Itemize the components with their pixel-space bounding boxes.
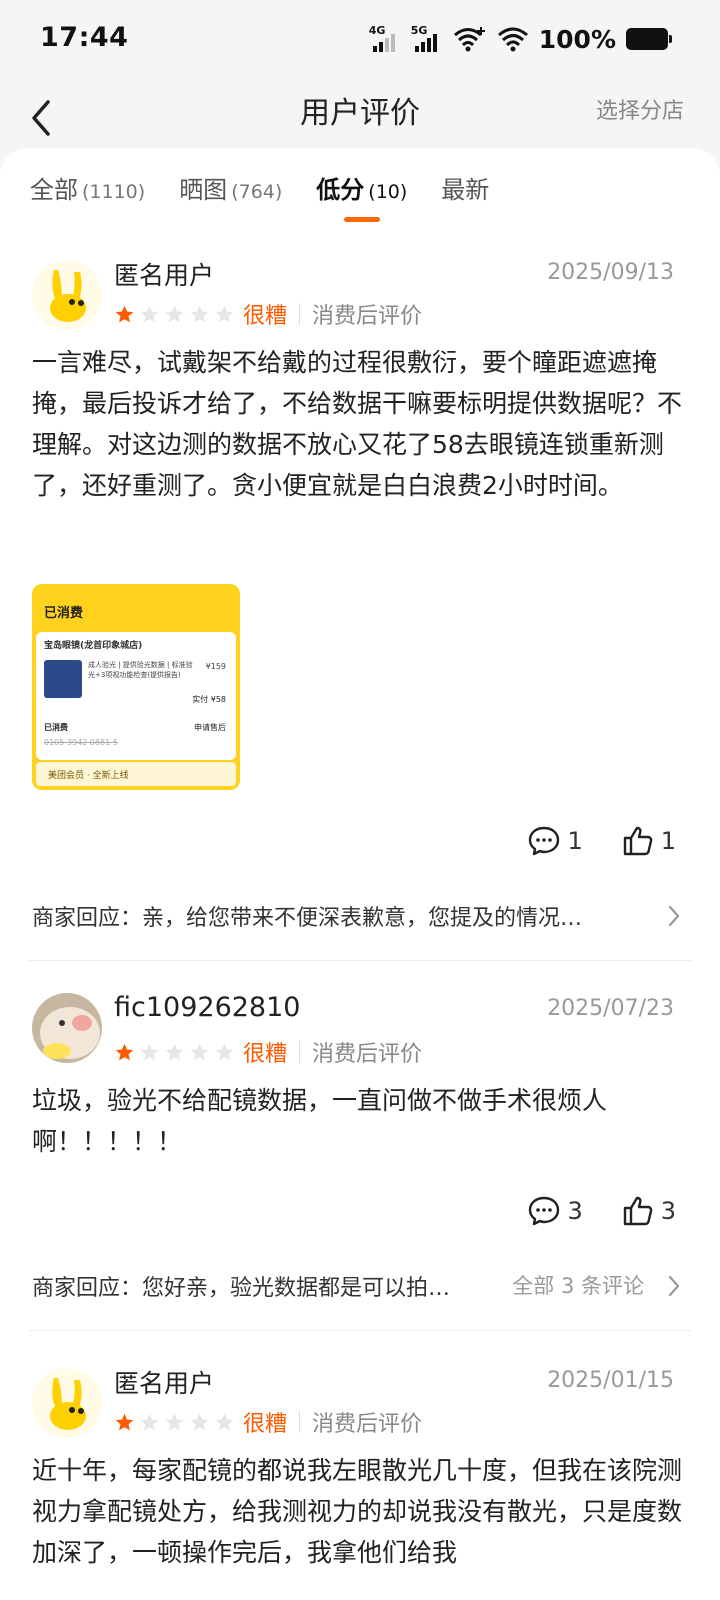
chevron-right-icon xyxy=(668,905,680,927)
rating-tag: 消费后评价 xyxy=(312,1412,423,1437)
review-date: 2025/07/23 xyxy=(547,996,674,1021)
review-text: 一言难尽，试戴架不给戴的过程很敷衍，要个瞳距遮遮掩掩，最后投诉才给了，不给数据干… xyxy=(32,348,683,500)
review-photo[interactable]: 已消费 宝岛眼镜(龙首印象城店) 成人验光 | 提供验光数据 | 标准验光+3项… xyxy=(32,584,240,790)
photo-after-sale: 申请售后 xyxy=(194,723,226,732)
active-tab-indicator xyxy=(343,217,380,222)
star-empty-icon xyxy=(190,1043,209,1060)
thumbs-up-icon xyxy=(623,1196,653,1226)
star-empty-icon xyxy=(140,1413,159,1430)
battery-icon xyxy=(626,28,672,50)
divider xyxy=(299,1411,301,1433)
rating-row: 很糟 消费后评价 xyxy=(114,1406,422,1438)
star-empty-icon xyxy=(215,1413,234,1430)
thumbs-up-icon xyxy=(623,826,653,856)
rating-row: 很糟 消费后评价 xyxy=(114,298,422,330)
avatar[interactable] xyxy=(32,993,102,1063)
star-empty-icon xyxy=(165,305,184,322)
like-count: 1 xyxy=(660,827,676,855)
rating-word: 很糟 xyxy=(243,1042,288,1067)
merchant-reply-text: 商家回应：亲，给您带来不便深表歉意，您提及的情况… xyxy=(32,906,583,931)
star-empty-icon xyxy=(165,1043,184,1060)
tab-all[interactable]: 全部 (1110) xyxy=(30,170,145,218)
photo-status: 已消费 xyxy=(44,606,84,621)
tab-photos[interactable]: 晒图 (764) xyxy=(179,170,282,218)
rating-word: 很糟 xyxy=(243,1412,288,1437)
photo-footer: 美团会员 · 全新上线 xyxy=(36,762,236,786)
comment-button[interactable]: 3 xyxy=(527,1194,583,1228)
battery-percent: 100% xyxy=(538,24,616,54)
divider xyxy=(299,303,301,325)
star-empty-icon xyxy=(140,305,159,322)
star-empty-icon xyxy=(165,1413,184,1430)
reviews-card: 全部 (1110) 晒图 (764) 低分 (10) 最新 匿名用户 2025/09/… xyxy=(0,148,720,1600)
tab-low-score[interactable]: 低分 (10) xyxy=(316,170,407,222)
wifi-icon xyxy=(497,27,528,52)
star-empty-icon xyxy=(190,1413,209,1430)
status-icons: 4G 5G 100% xyxy=(369,22,672,56)
comment-icon xyxy=(529,1196,560,1226)
rating-tag: 消费后评价 xyxy=(312,1042,423,1067)
like-button[interactable]: 3 xyxy=(621,1194,676,1228)
like-count: 3 xyxy=(660,1197,676,1225)
photo-used: 已消费 xyxy=(44,723,68,732)
comment-count: 1 xyxy=(567,827,583,855)
rating-word: 很糟 xyxy=(243,304,288,329)
review-divider xyxy=(28,1330,692,1331)
star-rating xyxy=(114,1042,235,1063)
review-username: fic109262810 xyxy=(114,992,301,1023)
header: 用户评价 选择分店 xyxy=(0,80,720,150)
star-filled-icon xyxy=(115,1043,134,1060)
photo-paid: 实付 ¥58 xyxy=(192,695,226,704)
status-time: 17:44 xyxy=(40,22,129,53)
photo-product-image xyxy=(44,660,82,698)
select-branch-button[interactable]: 选择分店 xyxy=(596,93,684,125)
status-bar: 17:44 4G 5G 100% xyxy=(0,0,720,80)
merchant-reply-text: 商家回应：您好亲，验光数据都是可以拍… xyxy=(32,1276,451,1301)
review-divider xyxy=(28,960,692,961)
star-filled-icon xyxy=(115,1413,134,1430)
photo-shop: 宝岛眼镜(龙首印象城店) xyxy=(44,641,143,651)
all-comments-link[interactable]: 全部 3 条评论 xyxy=(512,1270,644,1300)
signal-5g-icon: 5G xyxy=(411,24,443,54)
rating-row: 很糟 消费后评价 xyxy=(114,1036,422,1068)
photo-product-text: 成人验光 | 提供验光数据 | 标准验光+3项视功能检查(提供报告) xyxy=(88,661,193,679)
star-rating xyxy=(114,304,235,325)
review-tabs: 全部 (1110) 晒图 (764) 低分 (10) 最新 xyxy=(30,170,489,222)
star-empty-icon xyxy=(215,305,234,322)
like-button[interactable]: 1 xyxy=(621,824,676,858)
merchant-reply[interactable]: 商家回应：您好亲，验光数据都是可以拍… 全部 3 条评论 xyxy=(32,1266,688,1306)
star-rating xyxy=(114,1412,235,1433)
avatar[interactable] xyxy=(32,260,102,330)
review-actions: 1 1 xyxy=(527,824,676,858)
star-filled-icon xyxy=(115,305,134,322)
review-text: 近十年，每家配镜的都说我左眼散光几十度，但我在该院测视力拿配镜处方，给我测视力的… xyxy=(32,1456,683,1567)
mascot-avatar-icon xyxy=(32,1368,102,1438)
photo-code: 0105 3942 0881 5 xyxy=(44,738,118,747)
comment-count: 3 xyxy=(567,1197,583,1225)
tab-latest[interactable]: 最新 xyxy=(441,170,489,218)
cat-avatar-icon xyxy=(32,993,102,1063)
star-empty-icon xyxy=(140,1043,159,1060)
review-date: 2025/01/15 xyxy=(547,1368,674,1393)
review-text: 垃圾，验光不给配镜数据，一直问做不做手术很烦人啊！！！！！ xyxy=(32,1086,608,1156)
comment-icon xyxy=(529,826,560,856)
divider xyxy=(299,1041,301,1063)
rating-tag: 消费后评价 xyxy=(312,304,423,329)
photo-price: ¥159 xyxy=(205,662,226,671)
star-empty-icon xyxy=(190,305,209,322)
avatar[interactable] xyxy=(32,1368,102,1438)
review-actions: 3 3 xyxy=(527,1194,676,1228)
comment-button[interactable]: 1 xyxy=(527,824,583,858)
merchant-reply[interactable]: 商家回应：亲，给您带来不便深表歉意，您提及的情况… xyxy=(32,896,688,936)
review-username: 匿名用户 xyxy=(114,261,215,290)
review-date: 2025/09/13 xyxy=(547,260,674,285)
wifi-plus-icon xyxy=(453,27,485,52)
signal-4g-icon: 4G xyxy=(369,24,401,54)
mascot-avatar-icon xyxy=(32,260,102,330)
star-empty-icon xyxy=(215,1043,234,1060)
chevron-right-icon xyxy=(668,1275,680,1297)
review-username: 匿名用户 xyxy=(114,1369,215,1398)
